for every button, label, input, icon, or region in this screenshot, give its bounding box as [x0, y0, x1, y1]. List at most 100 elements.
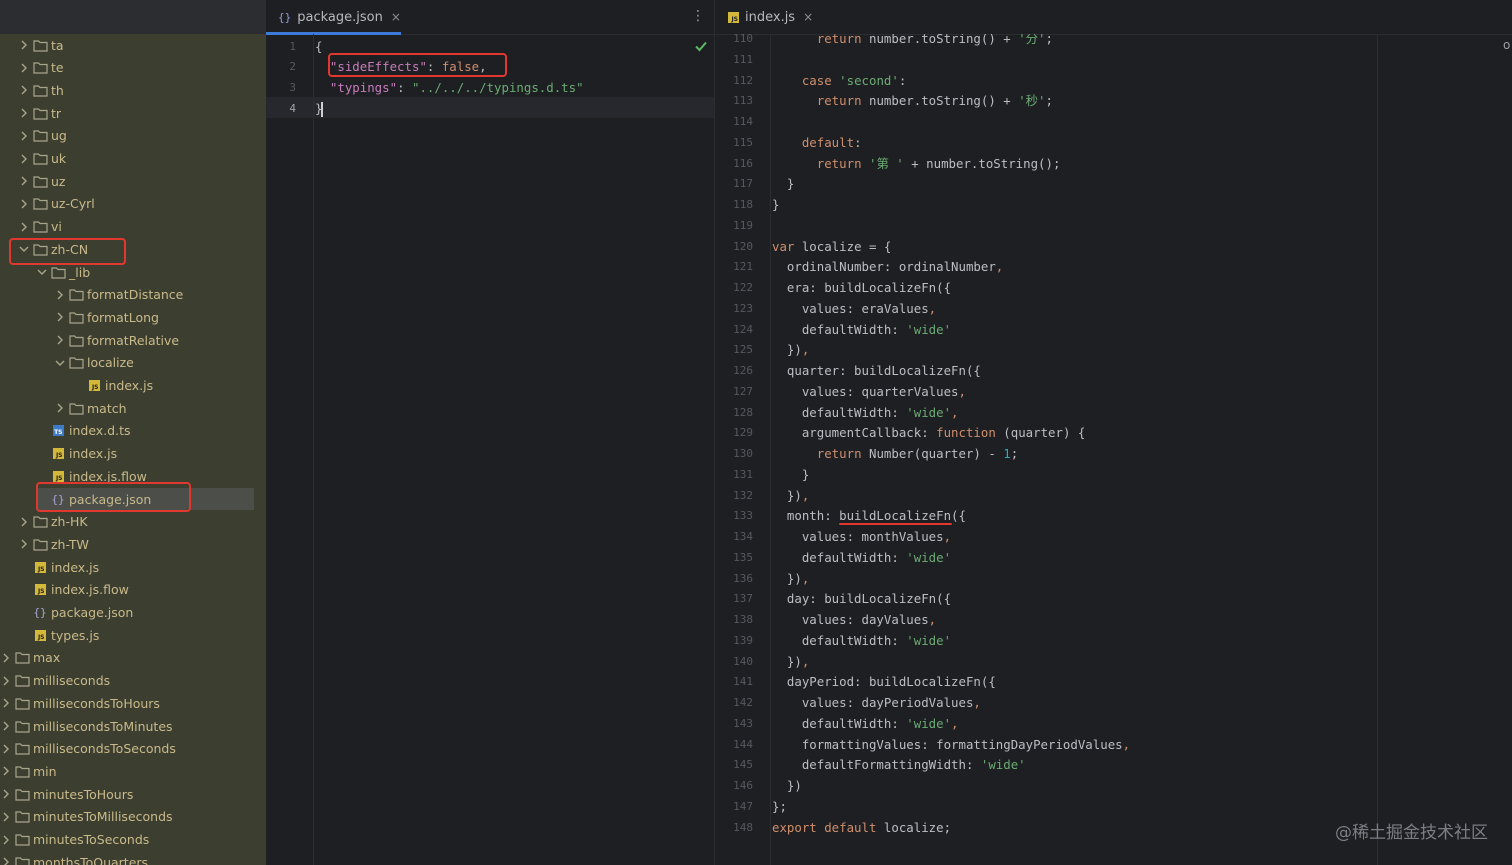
chevron-right-icon[interactable]: [0, 783, 12, 805]
code-token: ,: [1122, 736, 1131, 752]
chevron-right-icon[interactable]: [18, 216, 30, 238]
tree-folder-item[interactable]: tr: [0, 102, 266, 124]
tree-file-item[interactable]: TS index.d.ts: [0, 420, 266, 442]
tree-file-item[interactable]: JS index.js: [0, 443, 266, 465]
folder-icon: [14, 695, 30, 711]
chevron-right-icon[interactable]: [54, 284, 66, 306]
tree-folder-item[interactable]: minutesToSeconds: [0, 829, 266, 851]
chevron-right-icon[interactable]: [54, 329, 66, 351]
chevron-right-icon[interactable]: [0, 738, 12, 760]
code-line: }),: [772, 339, 809, 360]
tree-folder-item[interactable]: max: [0, 647, 266, 669]
tree-folder-item[interactable]: millisecondsToHours: [0, 692, 266, 714]
chevron-right-icon[interactable]: [54, 306, 66, 328]
folder-icon: [14, 854, 30, 865]
chevron-right-icon[interactable]: [0, 715, 12, 737]
tree-folder-item[interactable]: te: [0, 57, 266, 79]
chevron-right-icon[interactable]: [0, 692, 12, 714]
code-line: }: [772, 464, 809, 485]
tree-folder-item[interactable]: minutesToMilliseconds: [0, 806, 266, 828]
watermark: @稀土掘金技术社区: [1335, 823, 1488, 843]
chevron-right-icon[interactable]: [0, 806, 12, 828]
code-token: + number.toString();: [903, 155, 1061, 171]
tree-folder-item[interactable]: millisecondsToMinutes: [0, 715, 266, 737]
chevron-right-icon[interactable]: [18, 511, 30, 533]
tree-item-label: index.js: [51, 559, 100, 575]
tree-folder-item[interactable]: ug: [0, 125, 266, 147]
js-file-icon: JS: [728, 11, 739, 23]
tree-folder-item[interactable]: monthsToQuarters: [0, 851, 266, 865]
tree-file-item[interactable]: JS index.js: [0, 375, 266, 397]
code-token: function: [936, 425, 996, 441]
code-line: quarter: buildLocalizeFn({: [772, 360, 981, 381]
more-options-icon[interactable]: ⋮: [691, 8, 705, 24]
code-area[interactable]: return number.toString() + '分'; case 'se…: [772, 34, 1372, 865]
tree-folder-item[interactable]: th: [0, 79, 266, 101]
tree-folder-item[interactable]: match: [0, 397, 266, 419]
tree-folder-item[interactable]: uk: [0, 148, 266, 170]
chevron-right-icon[interactable]: [0, 670, 12, 692]
tree-folder-item[interactable]: milliseconds: [0, 670, 266, 692]
code-token: 'wide': [980, 757, 1026, 773]
code-line: {: [315, 36, 322, 57]
tree-file-item[interactable]: JS index.js.flow: [0, 579, 266, 601]
chevron-right-icon[interactable]: [0, 760, 12, 782]
line-number: 143: [733, 716, 753, 730]
code-token: default: [801, 134, 855, 150]
code-line: }: [772, 194, 779, 215]
tree-file-item[interactable]: JS index.js: [0, 556, 266, 578]
chevron-right-icon[interactable]: [18, 79, 30, 101]
tree-folder-item[interactable]: minutesToHours: [0, 783, 266, 805]
tree-folder-item[interactable]: millisecondsToSeconds: [0, 738, 266, 760]
tree-file-item[interactable]: JS types.js: [0, 624, 266, 646]
line-number: 126: [733, 364, 753, 377]
tree-folder-item[interactable]: localize: [0, 352, 266, 374]
tree-folder-item[interactable]: formatDistance: [0, 284, 266, 306]
chevron-right-icon[interactable]: [18, 533, 30, 555]
chevron-right-icon[interactable]: [18, 193, 30, 215]
tree-item-label: vi: [51, 219, 62, 235]
tree-folder-item[interactable]: vi: [0, 216, 266, 238]
tree-file-item[interactable]: {} package.json: [0, 602, 266, 624]
code-token: "typings": [329, 80, 398, 95]
code-token: ,: [951, 715, 959, 731]
code-token: var: [772, 238, 795, 254]
tree-folder-item[interactable]: uz: [0, 170, 266, 192]
tree-folder-item[interactable]: formatRelative: [0, 329, 266, 351]
chevron-right-icon[interactable]: [0, 647, 12, 669]
chevron-right-icon[interactable]: [18, 148, 30, 170]
chevron-right-icon[interactable]: [0, 851, 12, 865]
tree-folder-item[interactable]: zh-HK: [0, 511, 266, 533]
tree-folder-item[interactable]: ta: [0, 34, 266, 56]
tree-folder-item[interactable]: formatLong: [0, 306, 266, 328]
code-token: formattingValues: formattingDayPeriodVal…: [772, 736, 1123, 752]
line-number: 146: [733, 779, 753, 792]
line-number: 131: [733, 467, 753, 481]
js-file-icon: JS: [32, 627, 48, 643]
chevron-down-icon[interactable]: [54, 352, 66, 374]
tree-item-label: _lib: [69, 264, 91, 280]
close-icon[interactable]: ×: [803, 10, 813, 24]
code-token: values: dayPeriodValues: [772, 695, 974, 710]
line-number: 113: [733, 94, 753, 108]
chevron-right-icon[interactable]: [18, 34, 30, 56]
line-number: 3: [289, 81, 296, 94]
line-number: 114: [733, 115, 753, 128]
tree-item-label: formatRelative: [87, 332, 180, 348]
tree-folder-item[interactable]: zh-TW: [0, 533, 266, 555]
chevron-right-icon[interactable]: [18, 170, 30, 192]
chevron-right-icon[interactable]: [54, 397, 66, 419]
tree-folder-item[interactable]: uz-Cyrl: [0, 193, 266, 215]
chevron-right-icon[interactable]: [0, 829, 12, 851]
line-number: 119: [733, 218, 753, 232]
chevron-right-icon[interactable]: [18, 102, 30, 124]
chevron-right-icon[interactable]: [18, 57, 30, 79]
close-icon[interactable]: ×: [391, 10, 401, 24]
tree-folder-item[interactable]: min: [0, 760, 266, 782]
folder-icon: [68, 287, 84, 303]
tab-package-json[interactable]: {} package.json ×: [278, 0, 401, 34]
chevron-right-icon[interactable]: [18, 125, 30, 147]
code-line: defaultWidth: 'wide',: [772, 402, 959, 423]
